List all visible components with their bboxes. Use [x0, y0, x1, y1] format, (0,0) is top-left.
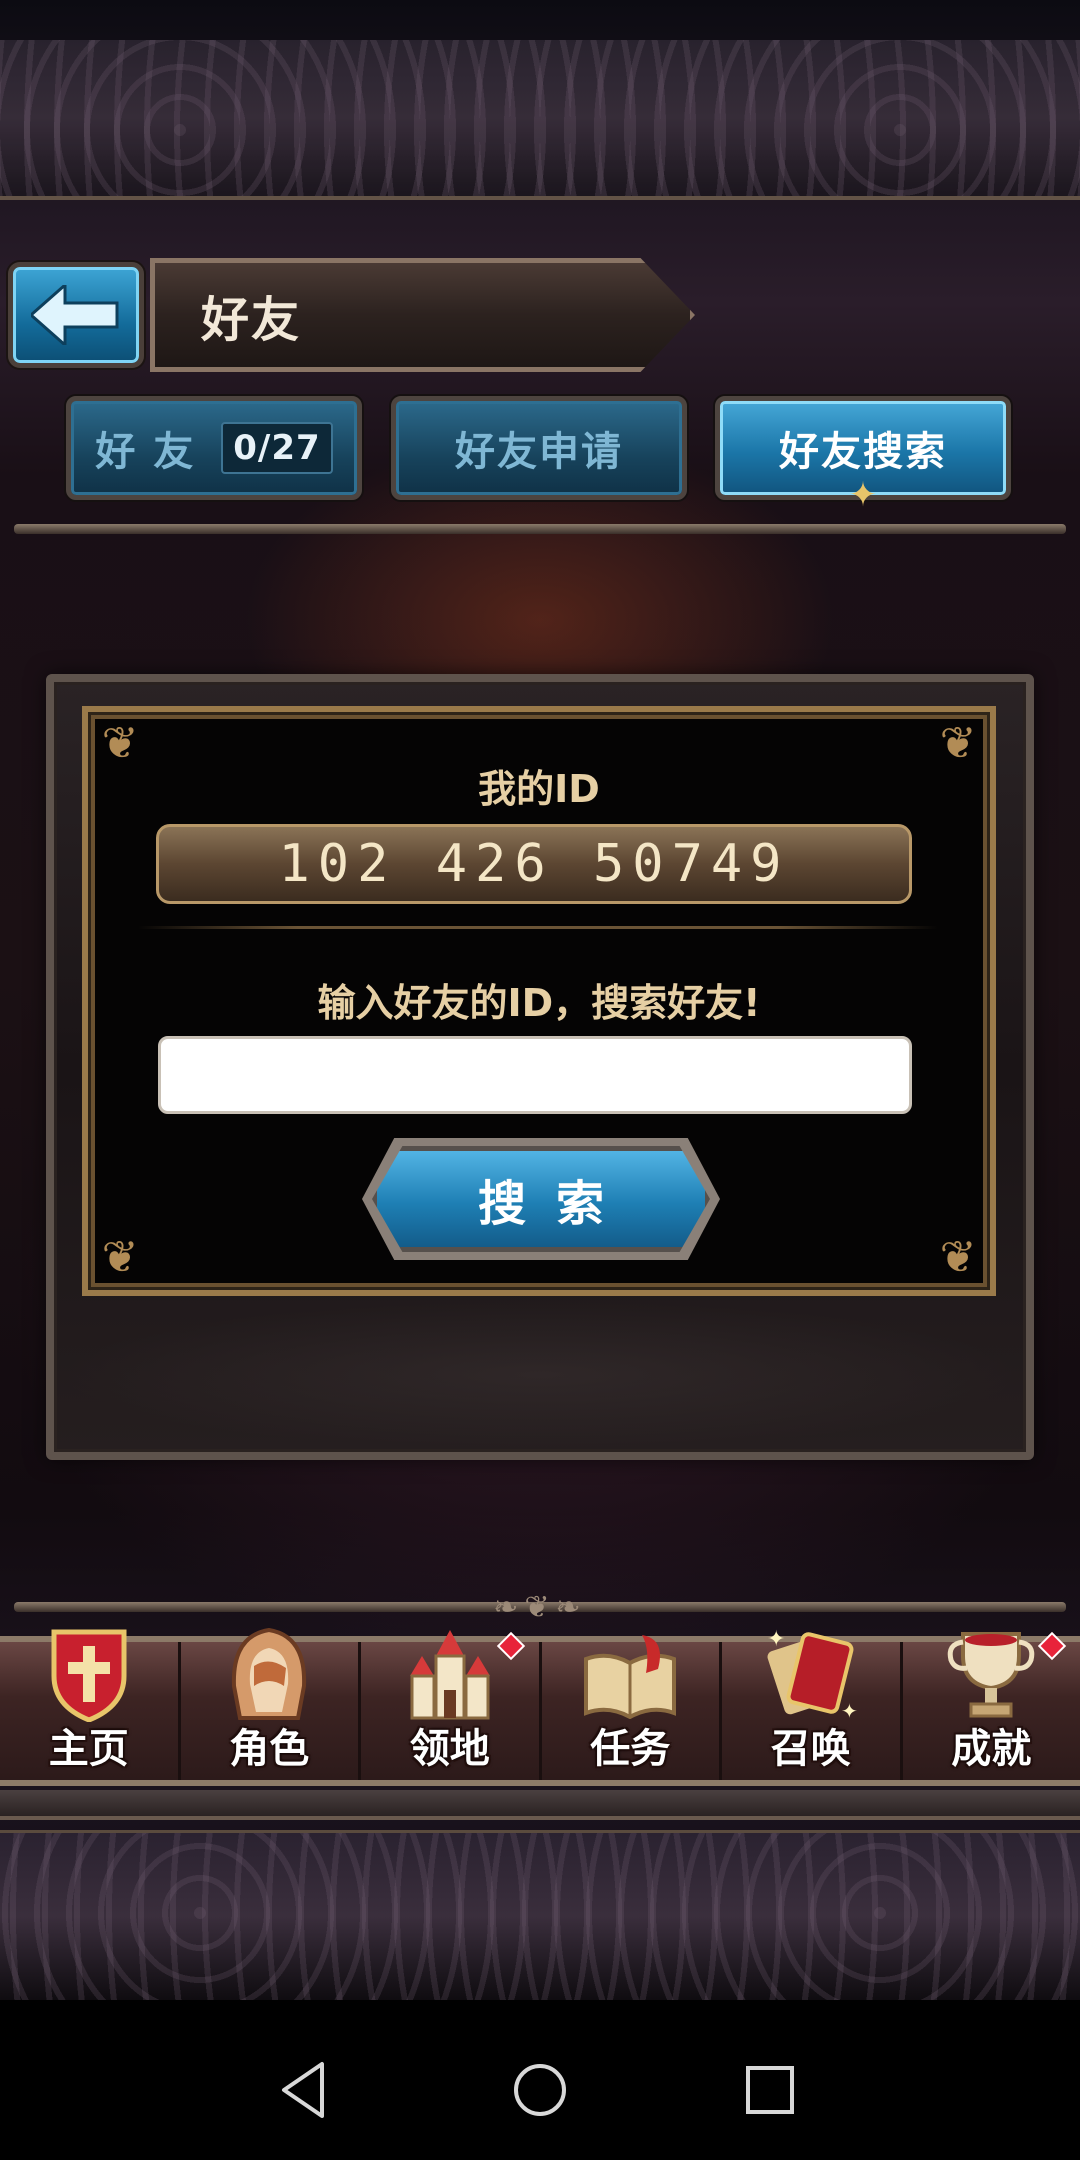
nav-item-summon[interactable]: ✦ ✦ 召唤	[722, 1627, 903, 1780]
system-back-icon[interactable]	[274, 2058, 338, 2122]
bottom-ornament	[0, 1830, 1080, 2000]
back-arrow-icon	[31, 285, 119, 345]
nav-item-home[interactable]: 主页	[0, 1629, 181, 1780]
tab-friends[interactable]: 好 友 0/27	[66, 396, 362, 500]
nav-item-territory[interactable]: 领地	[361, 1630, 542, 1780]
nav-label-character: 角色	[229, 1726, 310, 1772]
top-ornament	[0, 40, 1080, 200]
my-id-value: 102 426 50749	[156, 824, 912, 904]
castle-icon	[400, 1624, 500, 1724]
nav-ornament-icon: ❧❦❧	[493, 1590, 587, 1625]
svg-text:✦: ✦	[767, 1627, 785, 1652]
notification-badge	[496, 1631, 525, 1661]
nav-label-home: 主页	[48, 1726, 129, 1772]
system-recents-icon[interactable]	[738, 2058, 802, 2122]
tab-friend-requests[interactable]: 好友申请	[391, 396, 687, 500]
nav-item-character[interactable]: 角色	[181, 1627, 361, 1780]
my-id-label: 我的ID	[478, 767, 600, 811]
active-tab-indicator-icon: ✦	[848, 475, 878, 515]
nav-item-quest[interactable]: 任务	[542, 1635, 722, 1780]
corner-ornament-icon: ❦	[939, 1232, 977, 1283]
search-button[interactable]: 搜索	[372, 1146, 710, 1252]
bottom-nav: 主页 角色 领地 任务 ✦ ✦ 召唤 成就	[0, 1627, 1080, 1786]
page-title: 好友	[201, 292, 302, 348]
panel-shadow	[60, 1300, 1020, 1450]
nav-bottom-strip	[0, 1790, 1080, 1820]
back-button[interactable]	[8, 262, 144, 368]
panel-separator	[138, 926, 938, 929]
corner-ornament-icon: ❦	[101, 1232, 139, 1283]
tab-friends-label: 好 友	[95, 429, 196, 475]
nav-label-quest: 任务	[590, 1726, 671, 1772]
game-screen: 好友 好 友 0/27 好友申请 好友搜索 ✦ ❦ ❦ ❦ ❦ 我的ID 102…	[0, 0, 1080, 2160]
friend-id-input[interactable]	[158, 1036, 912, 1114]
shield-cross-icon	[39, 1624, 139, 1724]
tab-friend-search-label: 好友搜索	[779, 429, 947, 475]
nav-label-territory: 领地	[409, 1726, 490, 1772]
notification-badge	[1037, 1631, 1067, 1661]
header-divider	[14, 524, 1066, 534]
hooded-character-icon	[219, 1624, 319, 1724]
quest-book-icon	[580, 1624, 680, 1724]
search-prompt: 输入好友的ID，搜索好友!	[317, 981, 761, 1025]
friend-count-badge: 0/27	[221, 422, 333, 474]
system-nav-bar	[0, 2000, 1080, 2160]
trophy-icon	[941, 1624, 1041, 1724]
nav-item-achievement[interactable]: 成就	[903, 1631, 1080, 1780]
system-home-icon[interactable]	[508, 2058, 572, 2122]
nav-label-summon: 召唤	[770, 1726, 851, 1772]
tab-friend-requests-label: 好友申请	[455, 429, 623, 475]
nav-label-achievement: 成就	[951, 1726, 1032, 1772]
summon-cards-icon: ✦ ✦	[761, 1624, 861, 1724]
title-plate: 好友	[150, 258, 695, 372]
